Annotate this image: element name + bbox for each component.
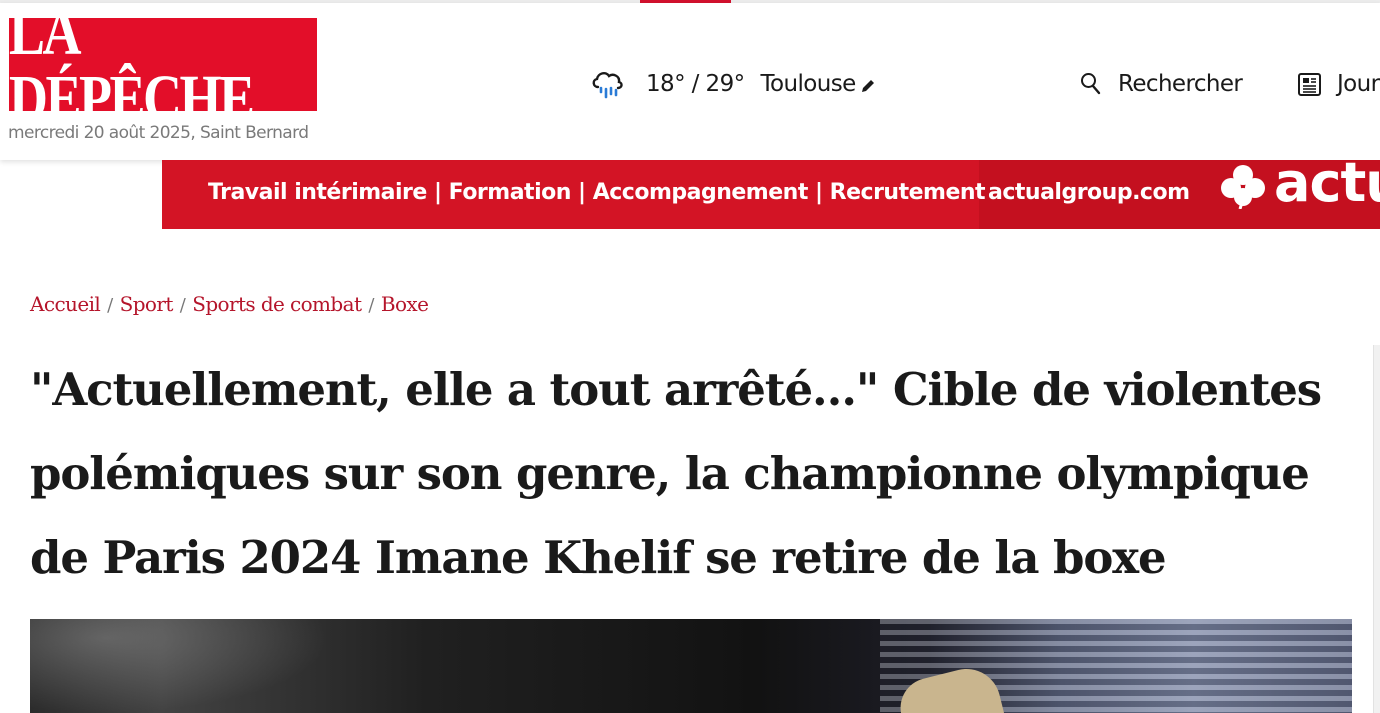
- breadcrumb: Accueil / Sport / Sports de combat / Box…: [30, 292, 429, 316]
- journal-label: Journal: [1337, 71, 1380, 97]
- search-icon: [1081, 73, 1101, 95]
- weather-widget[interactable]: 18° / 29° Toulouse: [590, 67, 876, 101]
- pencil-icon[interactable]: [860, 78, 876, 94]
- journal-button[interactable]: Journal: [1296, 67, 1380, 101]
- article-hero-image[interactable]: [30, 619, 1352, 713]
- breadcrumb-separator: /: [107, 295, 113, 316]
- breadcrumb-sport[interactable]: Sport: [120, 292, 174, 316]
- breadcrumb-combat-sports[interactable]: Sports de combat: [192, 292, 362, 316]
- breadcrumb-home[interactable]: Accueil: [30, 292, 101, 316]
- newspaper-icon: [1298, 72, 1321, 96]
- article-headline: "Actuellement, elle a tout arrêté…" Cibl…: [30, 363, 1322, 584]
- side-rule: [1373, 345, 1380, 713]
- weather-temperatures: 18° / 29°: [646, 71, 745, 97]
- breadcrumb-boxing[interactable]: Boxe: [381, 292, 429, 316]
- ad-logo: actu: [1218, 160, 1380, 214]
- breadcrumb-separator: /: [368, 295, 374, 316]
- ad-text: Travail intérimaire | Formation | Accomp…: [208, 180, 986, 205]
- site-header: LA DÉPÊCHE mercredi 20 août 2025, Saint …: [0, 0, 1380, 160]
- search-label: Rechercher: [1118, 71, 1243, 97]
- rain-cloud-icon: [592, 71, 623, 99]
- ad-url: actualgroup.com: [988, 180, 1190, 205]
- search-button[interactable]: Rechercher: [1080, 67, 1243, 101]
- ad-banner[interactable]: Travail intérimaire | Formation | Accomp…: [162, 160, 1380, 229]
- breadcrumb-separator: /: [179, 295, 186, 316]
- clover-icon: [1221, 165, 1265, 209]
- date-line: mercredi 20 août 2025, Saint Bernard: [8, 123, 309, 143]
- logo-text: LA DÉPÊCHE: [9, 0, 255, 135]
- image-haze: [30, 619, 330, 713]
- ad-logo-text: actu: [1274, 160, 1380, 214]
- site-logo[interactable]: LA DÉPÊCHE: [9, 0, 317, 130]
- weather-city: Toulouse: [760, 71, 857, 97]
